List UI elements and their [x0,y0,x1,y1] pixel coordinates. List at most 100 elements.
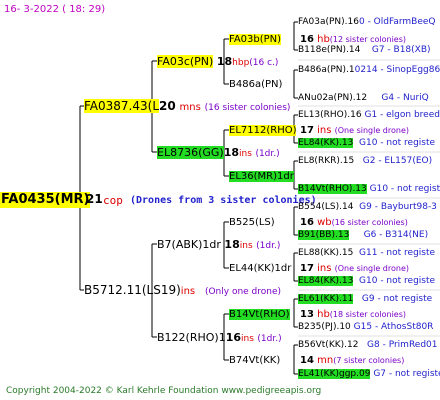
line-tag: G4 - NuriQ [381,93,429,103]
root-queen-name[interactable]: FA0435(MR) [0,192,91,208]
line-tag: 0214 - SinopEgg86R [354,65,440,75]
drone-note: (12 sister colonies) [329,35,407,44]
queen-year: 17 [300,125,314,136]
gen3-queen: FA03b(PN) [229,33,282,46]
queen-name[interactable]: EL61(KK).11 [298,294,354,304]
queen-name[interactable]: B5712.11(LS19) [84,283,181,297]
root-mating-code: cop [103,194,123,207]
drone-note: (1dr.) [255,149,280,159]
queen-year: 18 [216,55,233,68]
queen-name[interactable]: B14Vt(RHO) [229,309,290,320]
queen-name[interactable]: EL8(RKR).15 [298,156,354,166]
gen4-queen-entry: B118e(PN).14 G7 - B18(XB) [298,44,431,57]
gen3-queen: EL44(KK)1dr [229,262,291,275]
drone-note: (One single drone) [334,264,410,273]
queen-year: 17 [300,263,314,274]
mating-code: ins [241,334,254,344]
gen3-queen: EL36(MR)1dr [229,170,294,183]
queen-name[interactable]: EL44(KK)1dr [229,263,291,274]
gen2-queen-entry: B7(ABK)1dr 18ins (1dr.) [157,238,280,253]
line-tag: G10 - not registe [359,138,436,148]
drone-note: (16 sister colonies) [204,103,291,113]
gen3-mating: 14 mn(7 sister colonies) [300,354,404,367]
queen-name[interactable]: B118e(PN).14 [298,45,360,55]
line-tag: G7 - B18(XB) [371,45,431,55]
queen-name[interactable]: EL13(RHO).16 [298,110,362,120]
mating-code: ins [317,263,332,274]
queen-name[interactable]: FA03c(PN) [157,55,214,68]
gen2-queen-entry: EL8736(GG)18ins (1dr.) [157,146,280,161]
gen4-queen-entry: EL84(KK).13 G10 - not registe [298,137,435,150]
gen4-queen-entry: B56Vt(KK).12 G8 - PrimRed01 [298,339,438,352]
queen-name[interactable]: EL41(KK)ggp.09 [298,369,371,379]
line-tag: G10 - not registe [359,276,436,286]
queen-year: 13 [300,309,314,320]
queen-name[interactable]: B56Vt(KK).12 [298,340,358,350]
line-tag: G7 - not registe [373,369,440,379]
queen-name[interactable]: B525(LS) [229,217,275,228]
drone-note: (One single drone) [334,126,410,135]
gen4-queen-entry: B554(LS).14 G9 - Bayburt98-3 [298,201,437,214]
gen4-queen-entry: EL61(KK).11 G9 - not registe [298,293,432,306]
gen3-queen: B525(LS) [229,216,275,229]
root-drone-note: (Drones from 3 sister colonies) [130,195,317,206]
mating-code: hbp [232,58,250,68]
queen-name[interactable]: B91(BB).13 [298,230,350,240]
report-date: 16- 3-2022 ( 18: 29) [4,4,106,15]
gen3-mating: 17 ins (One single drone) [300,262,409,275]
drone-note: (7 sister colonies) [333,356,405,365]
gen4-queen-entry: B91(BB).13 G6 - B314(NE) [298,229,428,242]
queen-year: 20 [159,99,176,113]
queen-name[interactable]: B7(ABK)1dr [157,238,221,251]
gen1-queen-entry: B5712.11(LS19)ins (Only one drone) [84,284,281,299]
queen-name[interactable]: EL36(MR)1dr [229,171,294,182]
drone-note: (16 c.) [249,58,279,68]
line-tag: G10 - not registe [369,184,440,194]
queen-year: 18 [224,238,240,251]
gen3-queen: EL7112(RHO) [229,124,297,137]
gen4-queen-entry: B486a(PN).10214 - SinopEgg86R [298,64,440,77]
gen4-queen-entry: B14Vt(RHO).13 G10 - not registe [298,183,440,196]
queen-name[interactable]: B235(PJ).10 [298,322,351,332]
gen2-queen-entry: FA03c(PN) 18hbp(16 c.) [157,55,278,70]
queen-name[interactable]: EL84(KK).13 [298,276,354,286]
queen-name[interactable]: EL7112(RHO) [229,125,297,136]
mating-code: ins [317,125,332,136]
gen3-queen: B486a(PN) [229,78,282,91]
gen3-mating: 13 hb(18 sister colonies) [300,308,406,321]
queen-name[interactable]: B74Vt(KK) [229,355,280,366]
line-tag: G1 - elgon breed [364,110,440,120]
queen-name[interactable]: FA03a(PN).16 [298,17,359,27]
queen-name[interactable]: B486a(PN).1 [298,65,355,75]
mating-code: ins [239,149,252,159]
queen-name[interactable]: FA0387.43(L [84,99,159,113]
queen-year: 14 [300,355,314,366]
copyright-footer: Copyright 2004-2022 © Karl Kehrle Founda… [6,386,322,396]
queen-name[interactable]: ANu02a(PN).12 [298,93,367,103]
queen-year: 16 [225,331,242,344]
mating-code: hb [317,309,330,320]
gen1-queen-entry: FA0387.43(L20 mns (16 sister colonies) [84,99,291,115]
line-tag: G8 - PrimRed01 [367,340,438,350]
queen-name[interactable]: FA03b(PN) [229,34,282,45]
queen-name[interactable]: B14Vt(RHO).13 [298,184,367,194]
queen-year: 16 [300,217,314,228]
line-tag: G6 - B314(NE) [363,230,429,240]
gen2-queen-entry: B122(RHO)116ins (1dr.) [157,331,282,346]
mating-code: mn [317,355,334,366]
queen-name[interactable]: EL84(KK).13 [298,138,354,148]
drone-note: (1dr.) [257,334,282,344]
queen-year: 18 [223,146,240,159]
queen-name[interactable]: EL8736(GG) [157,146,224,159]
queen-name[interactable]: B554(LS).14 [298,202,353,212]
queen-name[interactable]: EL88(KK).15 [298,248,353,258]
mating-code: ins [239,241,253,251]
gen3-mating: 16 wb(16 sister colonies) [300,216,408,229]
line-tag: G9 - not registe [361,294,433,304]
line-tag: G2 - EL157(EO) [362,156,433,166]
queen-name[interactable]: B122(RHO)1 [157,331,226,344]
queen-name[interactable]: B486a(PN) [229,79,282,90]
gen3-mating: 17 ins (One single drone) [300,124,409,137]
gen4-queen-entry: EL13(RHO).16 G1 - elgon breed [298,109,440,122]
mating-code: ins [180,286,196,297]
